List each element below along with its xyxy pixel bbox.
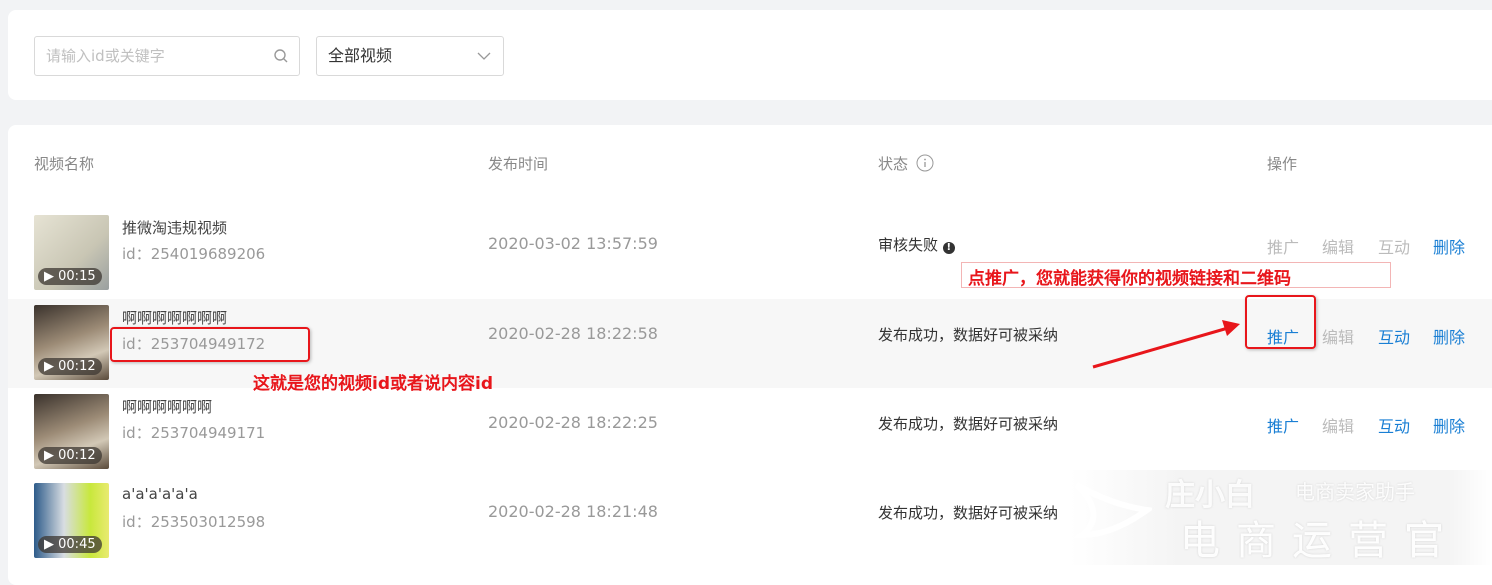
fish-logo-icon (1073, 482, 1152, 539)
watermark: 庄小白 电商卖家助手 电商运营官 (1070, 470, 1492, 565)
